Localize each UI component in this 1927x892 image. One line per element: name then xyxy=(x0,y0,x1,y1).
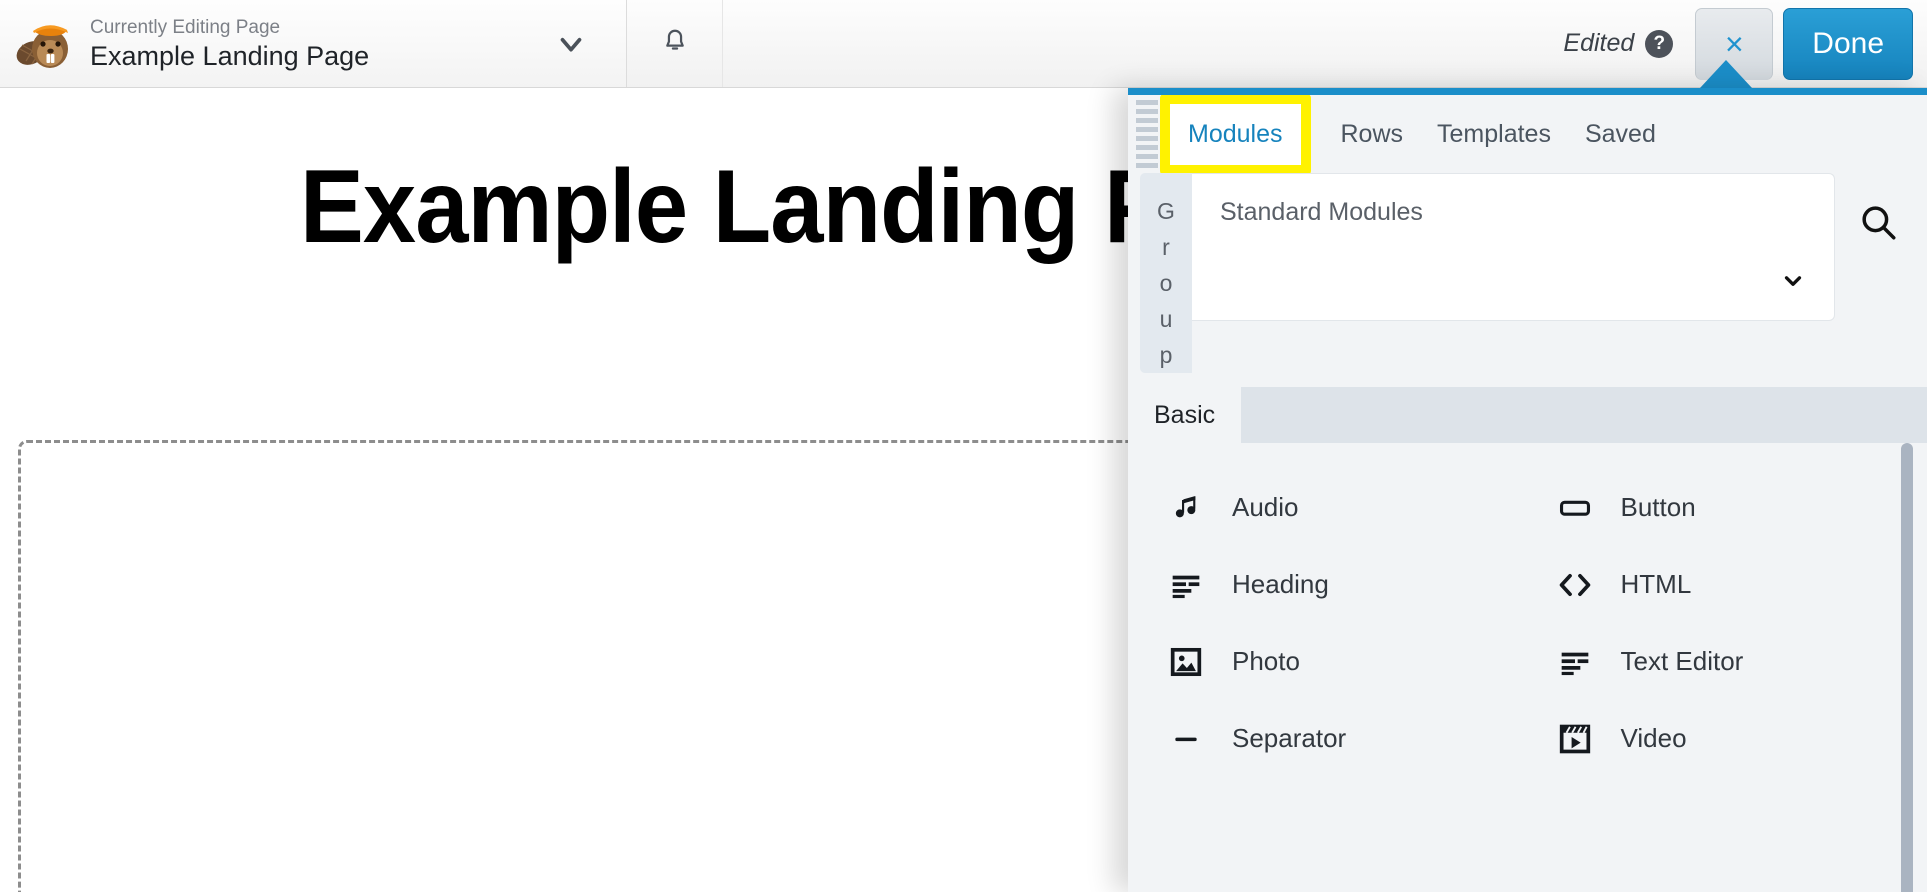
group-letter-p: p xyxy=(1159,342,1173,368)
topbar-page-title: Example Landing Page xyxy=(90,40,370,71)
content-panel: Modules Rows Templates Saved G r o u p S… xyxy=(1128,88,1927,892)
panel-pointer-arrow xyxy=(1700,60,1752,88)
edited-label: Edited xyxy=(1563,29,1635,57)
group-letter-o: o xyxy=(1159,270,1173,296)
module-label: Video xyxy=(1620,723,1687,753)
group-letter-u: u xyxy=(1159,306,1173,332)
current-page-block[interactable]: Currently Editing Page Example Landing P… xyxy=(0,0,627,87)
audio-note-icon xyxy=(1168,490,1204,526)
question-mark-icon[interactable]: ? xyxy=(1645,29,1674,58)
video-clapper-icon xyxy=(1557,721,1593,757)
panel-tabs: Modules Rows Templates Saved xyxy=(1160,95,1927,175)
group-letter-g: G xyxy=(1157,198,1175,224)
heading-lines-icon xyxy=(1168,567,1204,603)
notifications-button[interactable] xyxy=(627,0,723,87)
section-tab-basic[interactable]: Basic xyxy=(1128,387,1242,443)
editor-topbar: Currently Editing Page Example Landing P… xyxy=(0,0,1927,88)
module-video[interactable]: Video xyxy=(1517,700,1906,777)
modules-tab-highlight: Modules xyxy=(1160,95,1311,175)
done-button-label: Done xyxy=(1812,26,1884,60)
group-label: G r o u p xyxy=(1140,173,1192,373)
close-icon: × xyxy=(1724,26,1744,62)
module-button[interactable]: Button xyxy=(1517,469,1906,546)
panel-tab-bar: Modules Rows Templates Saved xyxy=(1128,95,1927,175)
module-heading[interactable]: Heading xyxy=(1128,546,1517,623)
modules-grid: Audio Button Heading HTML Photo Text Edi… xyxy=(1128,469,1927,777)
module-audio[interactable]: Audio xyxy=(1128,469,1517,546)
button-rectangle-icon xyxy=(1557,490,1593,526)
module-label: Button xyxy=(1620,492,1696,522)
topbar-eyebrow: Currently Editing Page xyxy=(90,16,281,38)
tab-templates[interactable]: Templates xyxy=(1437,110,1551,159)
module-label: Heading xyxy=(1232,569,1329,599)
panel-drag-handle[interactable] xyxy=(1134,100,1160,168)
module-label: Audio xyxy=(1232,492,1299,522)
notification-bell-icon xyxy=(661,27,689,60)
modules-scrollbar-track[interactable] xyxy=(1901,443,1913,892)
done-button[interactable]: Done xyxy=(1783,7,1913,80)
search-icon xyxy=(1857,201,1899,248)
modules-list: Audio Button Heading HTML Photo Text Edi… xyxy=(1128,443,1927,892)
module-label: Text Editor xyxy=(1620,646,1744,676)
module-label: HTML xyxy=(1620,569,1692,599)
beaver-builder-logo xyxy=(14,13,76,75)
group-select-value: Standard Modules xyxy=(1220,198,1423,226)
group-select-row: G r o u p Standard Modules xyxy=(1128,173,1927,373)
chevron-down-icon[interactable] xyxy=(1780,267,1806,298)
chevron-down-icon[interactable] xyxy=(554,27,588,61)
app-root: Example Landing Page Currently Editing P… xyxy=(0,0,1927,892)
module-html[interactable]: HTML xyxy=(1517,546,1906,623)
module-section-bar: Basic xyxy=(1128,387,1927,443)
module-separator[interactable]: Separator xyxy=(1128,700,1517,777)
module-text-editor[interactable]: Text Editor xyxy=(1517,623,1906,700)
module-photo[interactable]: Photo xyxy=(1128,623,1517,700)
tab-saved[interactable]: Saved xyxy=(1585,110,1656,159)
photo-image-icon xyxy=(1168,644,1204,680)
code-brackets-icon xyxy=(1557,567,1593,603)
text-lines-icon xyxy=(1557,644,1593,680)
group-select[interactable]: Standard Modules xyxy=(1192,173,1835,321)
modules-scrollbar-thumb[interactable] xyxy=(1901,443,1913,892)
module-label: Photo xyxy=(1232,646,1300,676)
tab-rows[interactable]: Rows xyxy=(1341,110,1404,159)
group-letter-r: r xyxy=(1162,234,1170,260)
separator-dash-icon xyxy=(1168,721,1204,757)
module-label: Separator xyxy=(1232,723,1347,753)
tab-modules[interactable]: Modules xyxy=(1188,110,1283,159)
edited-status: Edited ? xyxy=(1563,29,1674,58)
search-button[interactable] xyxy=(1835,173,1921,248)
